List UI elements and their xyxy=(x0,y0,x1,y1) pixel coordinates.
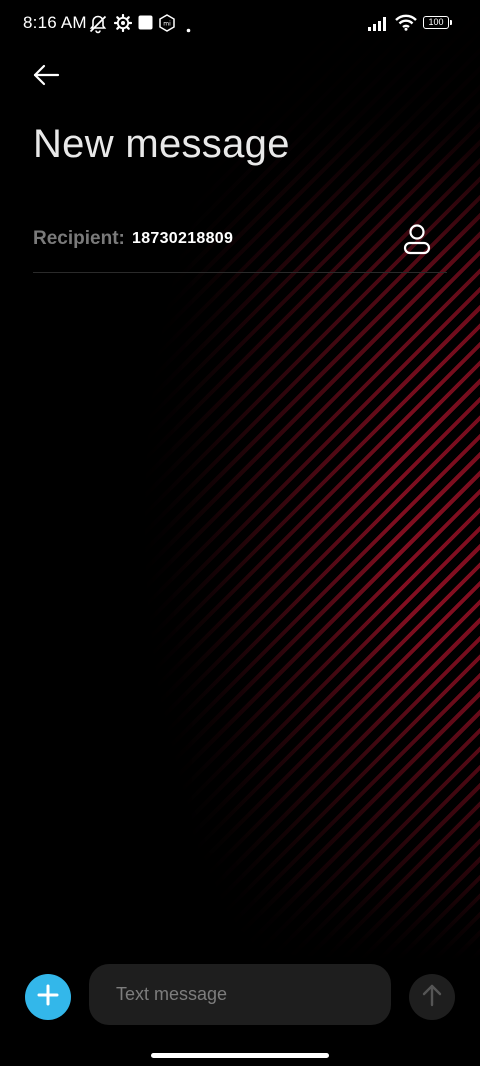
svg-text:mi: mi xyxy=(163,21,171,28)
send-arrow-up-icon xyxy=(421,983,443,1012)
back-arrow-icon xyxy=(32,63,60,92)
mi-app-icon: mi xyxy=(159,14,175,37)
status-bar: 8:16 AM mi 100 xyxy=(0,0,480,48)
add-attachment-button[interactable] xyxy=(25,974,71,1020)
contact-person-icon xyxy=(401,224,433,262)
home-indicator[interactable] xyxy=(151,1053,329,1058)
recipient-value[interactable]: 18730218809 xyxy=(132,230,233,248)
square-app-icon xyxy=(138,15,153,35)
text-message-input[interactable] xyxy=(89,964,391,1025)
recipient-label: Recipient: xyxy=(33,228,125,249)
settings-gear-icon xyxy=(113,13,133,37)
send-button[interactable] xyxy=(409,974,455,1020)
contact-picker-button[interactable] xyxy=(401,222,433,258)
wifi-icon xyxy=(395,14,417,36)
notifications-off-icon xyxy=(88,14,108,39)
page-title: New message xyxy=(33,122,290,166)
plus-icon xyxy=(37,984,59,1011)
recipient-row[interactable]: Recipient: 18730218809 xyxy=(33,218,447,273)
dot-icon xyxy=(186,20,191,38)
signal-icon xyxy=(368,16,390,36)
battery-icon: 100 xyxy=(423,16,452,29)
status-time: 8:16 AM xyxy=(23,13,87,32)
back-button[interactable] xyxy=(28,60,64,94)
